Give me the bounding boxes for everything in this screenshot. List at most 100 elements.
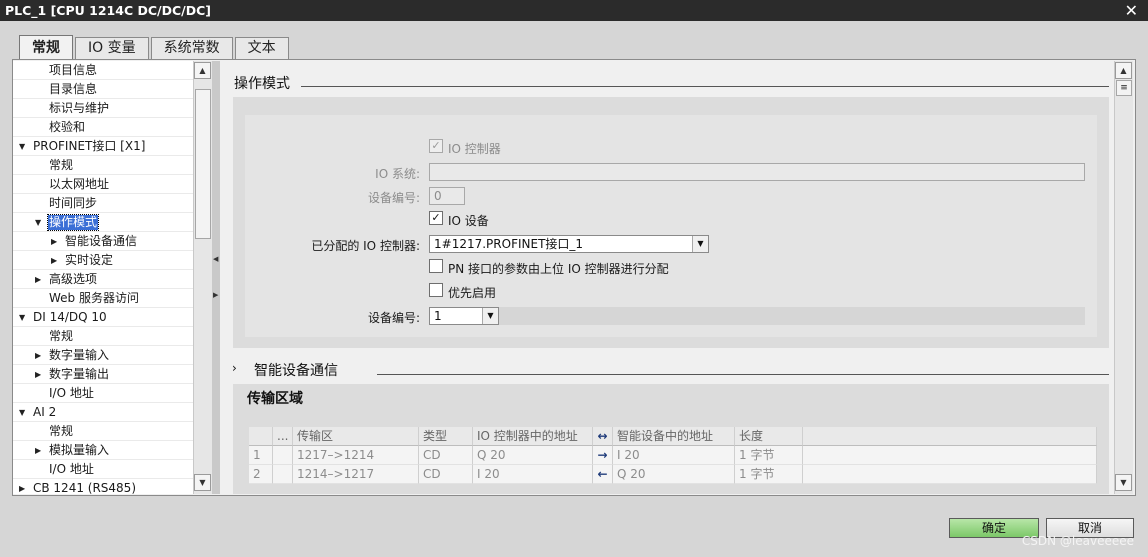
row-transfer-name[interactable]: 1217–>1214 [293, 446, 419, 465]
arrow-left-icon[interactable]: ← [593, 465, 613, 484]
scroll-down-icon[interactable]: ▼ [1115, 474, 1132, 491]
tree-item[interactable]: ▶ 数字量输出 [13, 365, 193, 384]
expanded-arrow-icon[interactable]: ▼ [19, 403, 25, 422]
tree-item[interactable]: ▶ 模拟量输入 [13, 441, 193, 460]
row-device-address[interactable]: I 20 [613, 446, 735, 465]
arrow-right-icon[interactable]: → [593, 446, 613, 465]
collapsed-arrow-icon[interactable]: ▶ [35, 346, 41, 365]
tree-scrollbar[interactable]: ▲ ▼ [193, 61, 212, 494]
assigned-controller-label: 已分配的 IO 控制器: [311, 239, 420, 253]
table-row[interactable]: 1 1217–>1214 CD Q 20 → I 20 1 字节 [249, 446, 1097, 465]
expanded-arrow-icon[interactable]: ▼ [19, 308, 25, 327]
pane-splitter[interactable]: ◀ ▶ [212, 61, 220, 494]
collapsed-arrow-icon[interactable]: ▶ [35, 270, 41, 289]
col-device-address[interactable]: 智能设备中的地址 [613, 427, 735, 446]
tree-item-label: 数字量输入 [49, 348, 110, 362]
scroll-down-icon[interactable]: ▼ [194, 474, 211, 491]
tree-item-label: PROFINET接口 [X1] [33, 139, 146, 153]
tree-scroll-thumb[interactable] [195, 89, 211, 239]
col-controller-address[interactable]: IO 控制器中的地址 [473, 427, 593, 446]
close-icon[interactable]: ✕ [1125, 0, 1138, 21]
tab-texts[interactable]: 文本 [234, 37, 289, 59]
chevron-down-icon[interactable]: ▼ [692, 236, 708, 252]
collapse-left-icon[interactable]: ◀ [213, 253, 219, 265]
io-device-checkbox[interactable]: ✓ [429, 211, 443, 225]
col-num [249, 427, 273, 446]
tree-item[interactable]: ▶ 智能设备通信 [13, 232, 193, 251]
expanded-arrow-icon[interactable]: ▼ [19, 137, 25, 156]
row-controller-address[interactable]: I 20 [473, 465, 593, 484]
window-titlebar: PLC_1 [CPU 1214C DC/DC/DC] ✕ [0, 0, 1148, 21]
tab-system-constants[interactable]: 系统常数 [150, 37, 233, 59]
tree-item[interactable]: ▶ 高级选项 [13, 270, 193, 289]
navigation-tree: 项目信息 目录信息 标识与维护 校验和 ▼ PROFINET接口 [X1] 常规 以太网地址时… [13, 61, 193, 494]
device-number-dropdown[interactable]: 1 ▼ [429, 307, 499, 325]
expanded-arrow-icon[interactable]: ▼ [35, 213, 41, 232]
row-device-address[interactable]: Q 20 [613, 465, 735, 484]
tree-item-label: 模拟量输入 [49, 443, 110, 457]
io-controller-label: IO 控制器 [448, 142, 501, 156]
io-system-field [429, 163, 1085, 181]
io-system-label: IO 系统: [375, 167, 420, 181]
section-divider [377, 374, 1109, 375]
row-controller-address[interactable]: Q 20 [473, 446, 593, 465]
section-title-intelligent-device: 智能设备通信 [254, 363, 338, 379]
chevron-down-icon[interactable]: ▼ [482, 308, 498, 324]
tree-item[interactable]: 校验和 [13, 118, 193, 137]
col-transfer-area[interactable]: 传输区 [293, 427, 419, 446]
col-length[interactable]: 长度 [735, 427, 803, 446]
row-type[interactable]: CD [419, 465, 473, 484]
pn-params-label: PN 接口的参数由上位 IO 控制器进行分配 [448, 262, 669, 276]
tree-item[interactable]: Web 服务器访问 [13, 289, 193, 308]
scroll-up-icon[interactable]: ▲ [1115, 62, 1132, 79]
tree-item[interactable]: I/O 地址 [13, 460, 193, 479]
collapsed-arrow-icon[interactable]: ▶ [19, 479, 25, 494]
tab-io-tags[interactable]: IO 变量 [75, 37, 149, 59]
assigned-controller-dropdown[interactable]: 1#1217.PROFINET接口_1 ▼ [429, 235, 709, 253]
row-length[interactable]: 1 字节 [735, 465, 803, 484]
tree-item[interactable]: 标识与维护 [13, 99, 193, 118]
tree-item[interactable]: 项目信息 [13, 61, 193, 80]
tree-item[interactable]: 目录信息 [13, 80, 193, 99]
tree-item[interactable]: 时间同步 [13, 194, 193, 213]
tree-item[interactable]: 常规 [13, 327, 193, 346]
tree-item-label: 目录信息 [49, 82, 98, 96]
row-transfer-name[interactable]: 1214–>1217 [293, 465, 419, 484]
tree-item[interactable]: ▶ 实时设定 [13, 251, 193, 270]
properties-scrollbar[interactable]: ▲ ≡ ▼ [1114, 61, 1133, 494]
priority-startup-checkbox[interactable] [429, 283, 443, 297]
row-number: 1 [249, 446, 273, 465]
transfer-area-table: ... 传输区 类型 IO 控制器中的地址 ↔ 智能设备中的地址 长度 1 12… [249, 427, 1097, 484]
row-length[interactable]: 1 字节 [735, 446, 803, 465]
col-type[interactable]: 类型 [419, 427, 473, 446]
tree-item[interactable]: 以太网地址 [13, 175, 193, 194]
tree-item[interactable]: ▼ DI 14/DQ 10 [13, 308, 193, 327]
tree-item-label: AI 2 [33, 405, 57, 419]
pn-params-checkbox[interactable] [429, 259, 443, 273]
collapsed-arrow-icon[interactable]: ▶ [35, 441, 41, 460]
io-controller-checkbox[interactable]: ✓ [429, 139, 443, 153]
col-ellipsis: ... [273, 427, 293, 446]
tree-item[interactable]: 常规 [13, 156, 193, 175]
collapsed-arrow-icon[interactable]: ▶ [35, 365, 41, 384]
tree-item[interactable]: 常规 [13, 422, 193, 441]
expand-arrow-icon[interactable]: › [232, 361, 237, 375]
tree-item[interactable]: ▼ AI 2 [13, 403, 193, 422]
collapsed-arrow-icon[interactable]: ▶ [51, 232, 57, 251]
tab-general[interactable]: 常规 [19, 35, 73, 59]
tree-item-label: I/O 地址 [49, 386, 94, 400]
tree-item[interactable]: ▶ CB 1241 (RS485) [13, 479, 193, 494]
row-type[interactable]: CD [419, 446, 473, 465]
tree-item[interactable]: ▼ 操作模式 [13, 213, 193, 232]
tree-item[interactable]: ▼ PROFINET接口 [X1] [13, 137, 193, 156]
table-row[interactable]: 2 1214–>1217 CD I 20 ← Q 20 1 字节 [249, 465, 1097, 484]
tree-item[interactable]: ▶ 数字量输入 [13, 346, 193, 365]
device-number-disabled-field: 0 [429, 187, 465, 205]
assigned-controller-value: 1#1217.PROFINET接口_1 [434, 237, 584, 251]
scroll-thumb-grip-icon[interactable]: ≡ [1116, 80, 1132, 96]
scroll-up-icon[interactable]: ▲ [194, 62, 211, 79]
tree-item-label: 数字量输出 [49, 367, 110, 381]
tree-item[interactable]: I/O 地址 [13, 384, 193, 403]
collapsed-arrow-icon[interactable]: ▶ [51, 251, 57, 270]
expand-right-icon[interactable]: ▶ [213, 289, 219, 301]
